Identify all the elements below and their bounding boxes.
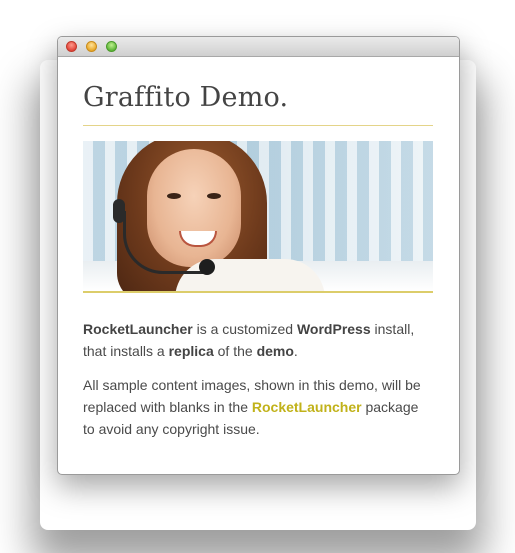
page-title: Graffito Demo. [83, 82, 289, 113]
intro-paragraph: RocketLauncher is a customized WordPress… [83, 318, 433, 362]
page-content: Graffito Demo. RocketLauncher is a custo… [83, 57, 433, 440]
platform-name: WordPress [296, 321, 371, 337]
maximize-icon[interactable] [106, 41, 117, 52]
notice-paragraph: All sample content images, shown in this… [83, 374, 433, 440]
hero-image [83, 141, 433, 293]
title-bar[interactable] [58, 37, 459, 57]
hero-person-eye-left [167, 193, 181, 199]
product-name: RocketLauncher [83, 321, 193, 337]
hero-person-eye-right [207, 193, 221, 199]
demo-word: demo [256, 343, 294, 359]
rocketlauncher-link[interactable]: RocketLauncher [252, 399, 362, 415]
close-icon[interactable] [66, 41, 77, 52]
replica-word: replica [168, 343, 214, 359]
intro-text-4: . [293, 343, 298, 359]
intro-text-3: of the [213, 343, 257, 359]
intro-text-1: is a customized [192, 321, 297, 337]
title-divider [83, 125, 433, 126]
microphone-icon [199, 259, 215, 275]
screenshot-stage: Graffito Demo. RocketLauncher is a custo… [0, 0, 515, 553]
minimize-icon[interactable] [86, 41, 97, 52]
browser-window: Graffito Demo. RocketLauncher is a custo… [57, 36, 460, 475]
